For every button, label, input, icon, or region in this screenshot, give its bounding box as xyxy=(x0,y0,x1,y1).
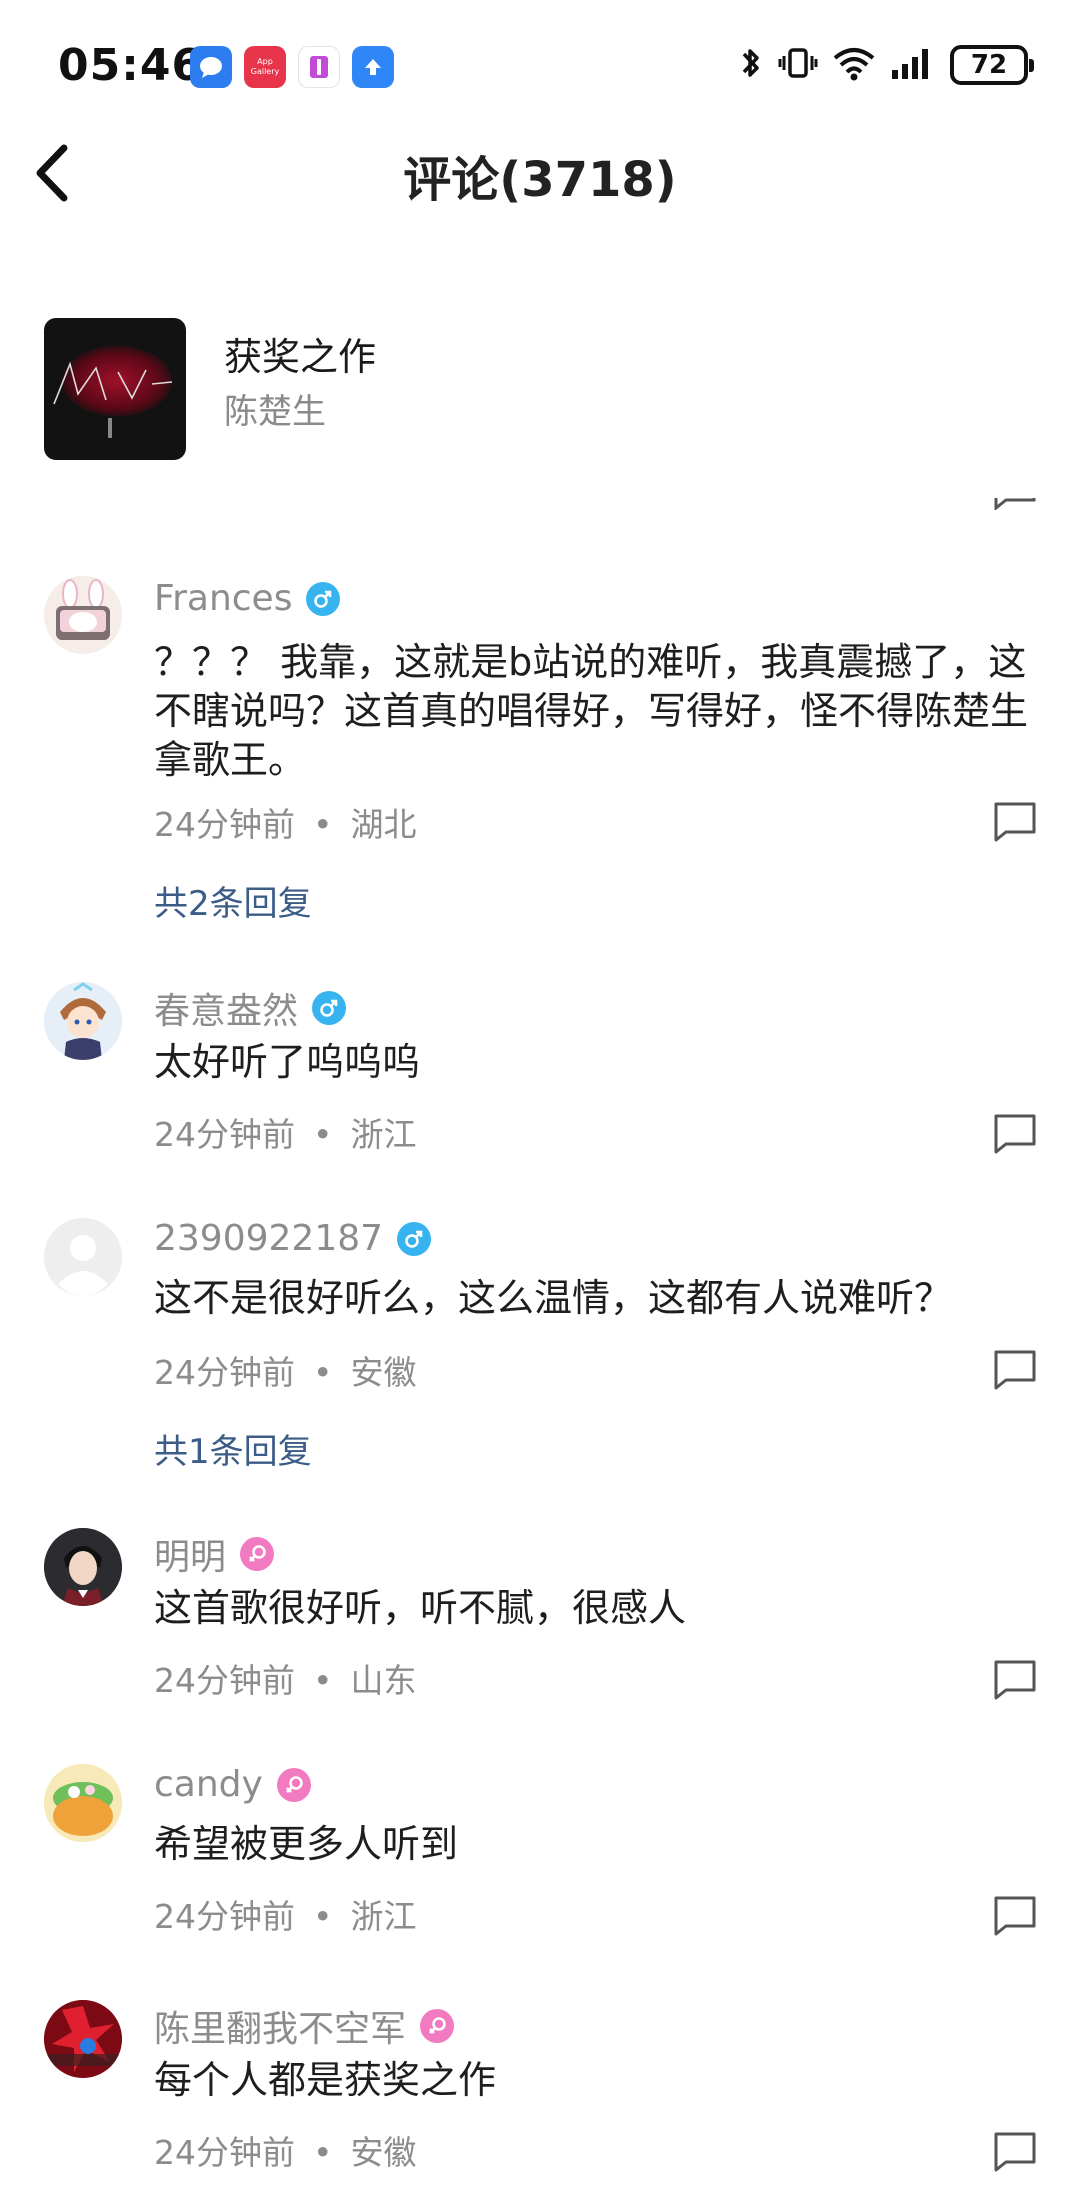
comment-reply-icon[interactable] xyxy=(992,1112,1038,1154)
comment-item: 陈里翻我不空军 每个人都是获奖之作 24分钟前 • 安徽 xyxy=(0,2000,1080,2180)
comment-item: candy 希望被更多人听到 24分钟前 • 浙江 xyxy=(0,1764,1080,1944)
user-avatar[interactable] xyxy=(44,2000,122,2078)
status-bar: 05:46 App Gallery 72 xyxy=(0,0,1080,130)
comment-item: Frances ？？？ 我靠，这就是b站说的难听，我真震撼了，这不瞎说吗？这首真… xyxy=(0,576,1080,924)
comment-reply-icon[interactable] xyxy=(992,1894,1038,1936)
comment-username[interactable]: Frances xyxy=(154,578,341,619)
comment-reply-icon[interactable] xyxy=(992,1658,1038,1700)
album-cover[interactable] xyxy=(44,318,186,460)
view-replies-link[interactable]: 共1条回复 xyxy=(154,1424,312,1473)
song-card[interactable]: 获奖之作 陈楚生 xyxy=(44,318,1044,462)
male-icon xyxy=(312,991,347,1025)
comment-text: ？？？ 我靠，这就是b站说的难听，我真震撼了，这不瞎说吗？这首真的唱得好，写得好… xyxy=(154,640,1029,782)
comment-text: 希望被更多人听到 xyxy=(154,1822,459,1866)
comment-meta: 24分钟前 • 山东 xyxy=(154,1661,417,1700)
comment-meta: 24分钟前 • 浙江 xyxy=(154,1897,417,1936)
cover-scribble xyxy=(53,361,173,405)
comment-username[interactable]: 明明 xyxy=(154,1528,275,1580)
user-avatar[interactable] xyxy=(44,1218,122,1296)
scroll-clip-edge xyxy=(0,498,1080,510)
app-gallery-icon: App Gallery xyxy=(244,46,286,88)
wifi-icon xyxy=(832,44,876,86)
song-title: 获奖之作 xyxy=(224,335,377,379)
bluetooth-icon xyxy=(738,44,764,86)
user-avatar[interactable] xyxy=(44,982,122,1060)
user-avatar[interactable] xyxy=(44,1764,122,1842)
comment-reply-icon[interactable] xyxy=(992,800,1038,842)
female-icon xyxy=(276,1767,311,1802)
comment-item: 明明 这首歌很好听，听不腻，很感人 24分钟前 • 山东 xyxy=(0,1528,1080,1708)
notification-icons: App Gallery xyxy=(190,46,394,88)
comment-reply-icon[interactable] xyxy=(992,2130,1038,2172)
male-icon xyxy=(306,581,341,616)
user-avatar[interactable] xyxy=(44,1528,122,1606)
status-time: 05:46 xyxy=(58,40,204,91)
comment-text: 太好听了呜呜呜 xyxy=(154,1040,421,1084)
default-avatar-icon xyxy=(44,1218,122,1296)
signal-icon xyxy=(890,44,936,86)
female-icon xyxy=(420,2009,455,2043)
message-icon xyxy=(190,46,232,88)
comment-text: 每个人都是获奖之作 xyxy=(154,2058,497,2102)
user-avatar[interactable] xyxy=(44,576,122,654)
female-icon xyxy=(240,1537,275,1571)
comment-username[interactable]: candy xyxy=(154,1764,311,1805)
comment-meta: 24分钟前 • 安徽 xyxy=(154,1353,417,1392)
comment-username[interactable]: 2390922187 xyxy=(154,1218,432,1259)
battery-indicator: 72 xyxy=(950,45,1034,85)
song-artist[interactable]: 陈楚生 xyxy=(224,384,326,433)
comment-username[interactable]: 春意盎然 xyxy=(154,982,347,1034)
view-replies-link[interactable]: 共2条回复 xyxy=(154,876,312,925)
comment-text: 这不是很好听么，这么温情，这都有人说难听？ xyxy=(154,1276,953,1320)
comment-meta: 24分钟前 • 浙江 xyxy=(154,1115,417,1154)
page-title: 评论(3718) xyxy=(403,152,677,208)
upload-icon xyxy=(352,46,394,88)
cover-figure xyxy=(108,418,112,438)
vibrate-icon xyxy=(778,44,818,86)
comment-item: 春意盎然 太好听了呜呜呜 24分钟前 • 浙江 xyxy=(0,982,1080,1172)
comment-meta: 24分钟前 • 湖北 xyxy=(154,805,417,844)
system-icons: 72 xyxy=(738,44,1034,86)
comment-text: 这首歌很好听，听不腻，很感人 xyxy=(154,1586,687,1630)
comment-reply-icon[interactable] xyxy=(992,1348,1038,1390)
header: 评论(3718) xyxy=(0,130,1080,218)
comment-username[interactable]: 陈里翻我不空军 xyxy=(154,2000,455,2052)
male-icon xyxy=(397,1221,432,1256)
comment-item: 2390922187 这不是很好听么，这么温情，这都有人说难听？ 24分钟前 • 安… xyxy=(0,1218,1080,1472)
app-icon xyxy=(298,46,340,88)
comment-meta: 24分钟前 • 安徽 xyxy=(154,2133,417,2172)
